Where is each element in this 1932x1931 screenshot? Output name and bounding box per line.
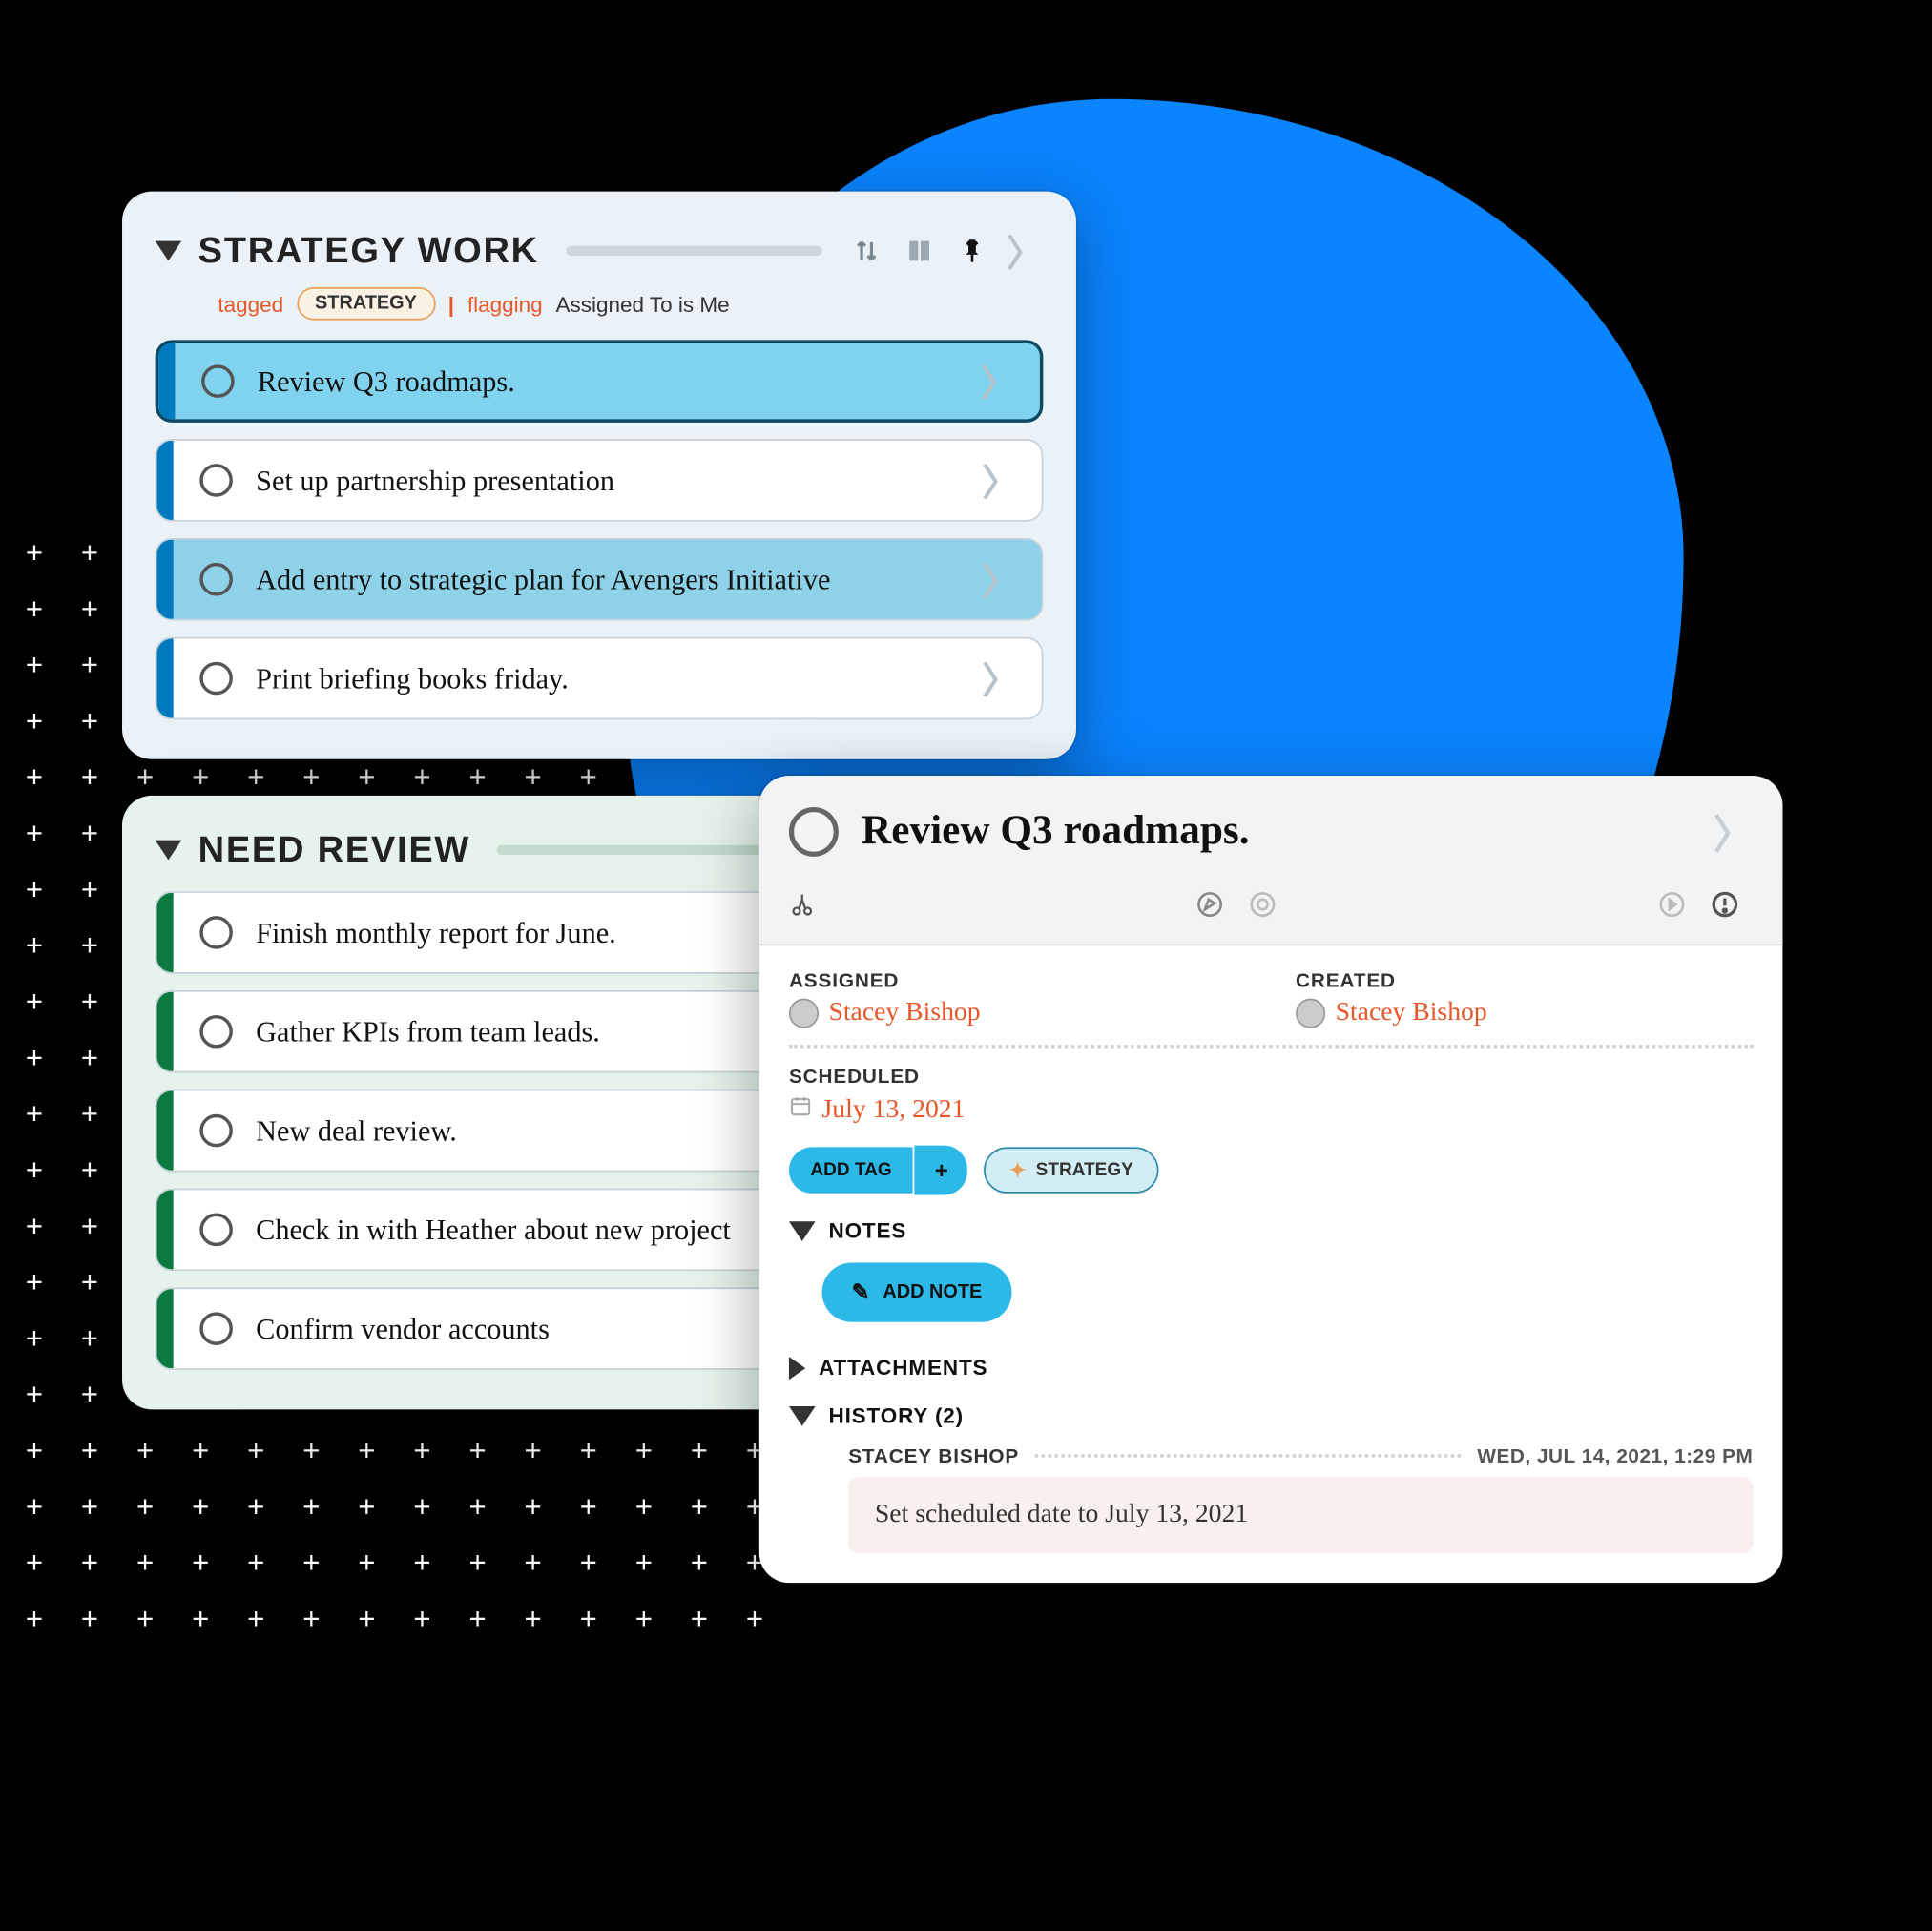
scheduled-label: SCHEDULED (789, 1065, 1753, 1088)
book-icon[interactable] (902, 233, 938, 269)
task-complete-circle[interactable] (201, 364, 235, 398)
task-detail-panel: Review Q3 roadmaps. 〉 (759, 776, 1783, 1583)
target-icon[interactable] (1248, 889, 1278, 927)
history-section-header[interactable]: HISTORY (2) (789, 1403, 1753, 1428)
task-row[interactable]: Add entry to strategic plan for Avengers… (156, 538, 1044, 621)
history-author: STACEY BISHOP (848, 1444, 1019, 1467)
task-title: Review Q3 roadmaps. (258, 363, 957, 398)
task-color-bar (156, 1190, 173, 1269)
task-color-bar (156, 1289, 173, 1368)
compass-icon[interactable] (1195, 889, 1225, 927)
flagging-value: Assigned To is Me (556, 291, 730, 316)
task-complete-circle[interactable] (199, 464, 233, 497)
notes-section-header[interactable]: NOTES (789, 1218, 1753, 1243)
chevron-right-icon[interactable]: 〉 (957, 355, 1040, 407)
task-color-bar (156, 441, 173, 520)
task-complete-circle[interactable] (199, 1214, 233, 1247)
scheduled-block: SCHEDULED July 13, 2021 (789, 1065, 1753, 1126)
tag-label: STRATEGY (1036, 1160, 1133, 1180)
alert-icon[interactable] (1710, 889, 1739, 927)
section-filter-subline: tagged STRATEGY | flagging Assigned To i… (218, 287, 1043, 321)
separator: | (448, 291, 454, 316)
expand-triangle-icon (789, 1356, 805, 1379)
attachments-label: ATTACHMENTS (819, 1355, 987, 1380)
detail-title: Review Q3 roadmaps. (862, 808, 1690, 854)
task-row[interactable]: Print briefing books friday. 〉 (156, 637, 1044, 720)
pencil-icon: ✎ (852, 1279, 870, 1306)
strategy-work-panel: STRATEGY WORK 〉 tagged STRATEGY | flaggi… (122, 192, 1076, 759)
tag-pill[interactable]: ✦ STRATEGY (985, 1147, 1158, 1193)
task-complete-circle[interactable] (789, 806, 839, 856)
tag-icon: ✦ (1009, 1158, 1026, 1181)
collapse-triangle-icon (789, 1405, 816, 1425)
add-tag-plus-button[interactable]: + (913, 1146, 967, 1195)
task-row[interactable]: Review Q3 roadmaps. 〉 (156, 340, 1044, 423)
task-title: Set up partnership presentation (256, 463, 959, 497)
sort-icon[interactable] (848, 233, 884, 269)
add-note-button[interactable]: ✎ ADD NOTE (822, 1262, 1012, 1321)
section-title: STRATEGY WORK (198, 229, 539, 272)
task-title: Add entry to strategic plan for Avengers… (256, 562, 959, 596)
pin-icon[interactable] (954, 233, 990, 269)
avatar-icon (1296, 999, 1325, 1028)
chevron-right-icon[interactable]: 〉 (959, 553, 1042, 606)
task-color-bar (156, 992, 173, 1071)
collapse-triangle-icon[interactable] (156, 841, 182, 861)
detail-header: Review Q3 roadmaps. 〉 (759, 776, 1783, 877)
detail-toolbar (759, 877, 1783, 946)
task-color-bar (156, 540, 173, 619)
scissors-icon[interactable] (789, 891, 816, 925)
calendar-icon (789, 1094, 812, 1126)
task-complete-circle[interactable] (199, 1312, 233, 1345)
tagged-label: tagged (218, 291, 283, 316)
task-color-bar (158, 343, 175, 420)
scheduled-date[interactable]: July 13, 2021 (822, 1095, 966, 1125)
created-block: CREATED Stacey Bishop (1296, 969, 1753, 1028)
history-entry-header: STACEY BISHOP WED, JUL 14, 2021, 1:29 PM (848, 1444, 1753, 1467)
add-tag-button[interactable]: ADD TAG (789, 1147, 913, 1193)
avatar-icon (789, 999, 819, 1028)
history-timestamp: WED, JUL 14, 2021, 1:29 PM (1477, 1444, 1753, 1467)
collapse-triangle-icon (789, 1220, 816, 1240)
add-note-label: ADD NOTE (883, 1282, 982, 1302)
task-color-bar (156, 1091, 173, 1171)
assigned-person[interactable]: Stacey Bishop (828, 999, 980, 1028)
task-complete-circle[interactable] (199, 563, 233, 596)
task-row[interactable]: Set up partnership presentation 〉 (156, 439, 1044, 522)
flagging-label: flagging (467, 291, 543, 316)
task-complete-circle[interactable] (199, 916, 233, 949)
assigned-label: ASSIGNED (789, 969, 1246, 992)
section-header: STRATEGY WORK 〉 (156, 224, 1044, 277)
chevron-right-icon[interactable]: 〉 (1007, 224, 1043, 277)
attachments-section-header[interactable]: ATTACHMENTS (789, 1355, 1753, 1380)
task-complete-circle[interactable] (199, 662, 233, 696)
task-complete-circle[interactable] (199, 1114, 233, 1148)
collapse-triangle-icon[interactable] (156, 241, 182, 261)
created-label: CREATED (1296, 969, 1753, 992)
task-complete-circle[interactable] (199, 1015, 233, 1049)
task-color-bar (156, 893, 173, 972)
created-person[interactable]: Stacey Bishop (1336, 999, 1487, 1028)
detail-body: ASSIGNED Stacey Bishop CREATED Stacey Bi… (759, 945, 1783, 1583)
assigned-block: ASSIGNED Stacey Bishop (789, 969, 1246, 1028)
filter-tag-chip[interactable]: STRATEGY (297, 287, 435, 321)
section-title: NEED REVIEW (198, 828, 471, 871)
header-divider (566, 246, 822, 256)
task-title: Print briefing books friday. (256, 661, 959, 696)
task-color-bar (156, 639, 173, 718)
forward-icon[interactable] (1657, 889, 1687, 927)
history-entry-body: Set scheduled date to July 13, 2021 (848, 1477, 1753, 1553)
chevron-right-icon[interactable]: 〉 (959, 454, 1042, 507)
chevron-right-icon[interactable]: 〉 (959, 652, 1042, 704)
chevron-right-icon[interactable]: 〉 (1714, 802, 1754, 861)
history-label: HISTORY (2) (828, 1403, 964, 1428)
notes-label: NOTES (828, 1218, 906, 1243)
